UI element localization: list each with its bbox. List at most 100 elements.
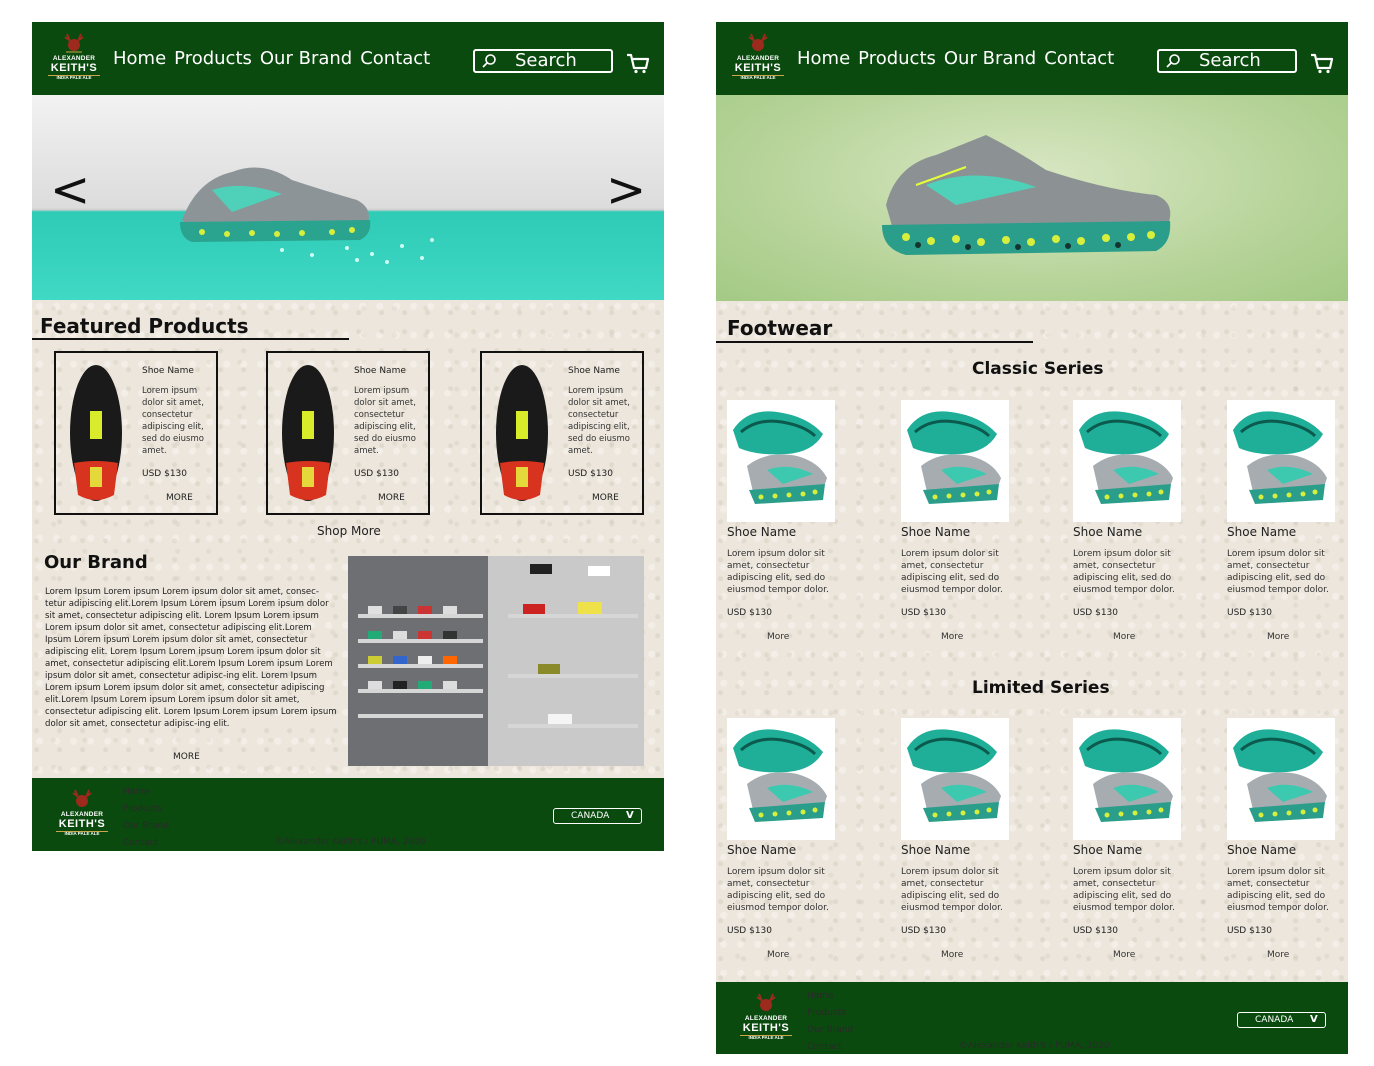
stag-icon [72,789,92,807]
product-desc: Lorem ipsum dolor sit amet, consectetur … [901,867,1003,913]
search-label: Search [515,50,577,71]
product-price: USD $130 [901,926,946,936]
product-card[interactable]: Shoe Name Lorem ipsum dolor sit amet, con… [901,400,1021,650]
brand-more-link[interactable]: MORE [173,752,200,762]
more-link[interactable]: More [767,632,789,642]
footer-links: Home Products Our Brand Contact [807,988,853,1054]
nav-contact[interactable]: Contact [1044,48,1114,70]
footwear-hero-banner [716,95,1348,301]
more-link[interactable]: More [941,950,963,960]
footwear-page: ALEXANDER KEITH'S INDIA PALE ALE Home Pr… [716,22,1348,1054]
nav-our-brand[interactable]: Our Brand [260,48,352,70]
product-image[interactable] [1073,400,1181,522]
shoe-sole-image [70,365,122,501]
search-icon [1166,54,1180,68]
cart-icon[interactable] [626,52,650,74]
product-name: Shoe Name [1227,525,1297,539]
product-price: USD $130 [1227,608,1272,618]
country-value: CANADA [571,811,610,821]
footer-link-contact[interactable]: Contact [807,1039,853,1054]
product-price: USD $130 [727,608,772,618]
product-desc: Lorem ipsum dolor sit amet, consectetur … [727,549,829,595]
product-desc: Lorem ipsum dolor sit amet, consectetur … [1073,549,1175,595]
footer-link-our-brand[interactable]: Our Brand [807,1022,853,1039]
product-card[interactable]: Shoe Name Lorem ipsum dolor sit amet, con… [727,718,847,968]
logo-line-3: INDIA PALE ALE [740,1034,792,1041]
stag-icon [748,33,768,51]
carousel-next-button[interactable]: > [606,165,646,215]
featured-title: Featured Products [40,314,249,338]
more-link[interactable]: More [1267,950,1289,960]
logo-line-2: KEITH'S [742,1021,790,1034]
more-link[interactable]: MORE [592,493,619,503]
more-link[interactable]: More [1113,950,1135,960]
home-page: ALEXANDER KEITH'S INDIA PALE ALE Home Pr… [32,22,664,851]
cart-icon[interactable] [1310,52,1334,74]
nav-products[interactable]: Products [174,48,252,70]
shop-more-link[interactable]: Shop More [317,524,381,538]
product-name: Shoe Name [727,525,797,539]
product-image[interactable] [1227,718,1335,840]
product-card[interactable]: Shoe Name Lorem ipsum dolor sit amet, con… [1073,400,1193,650]
product-card[interactable]: Shoe Name Lorem ipsum dolor sit amet, con… [1227,718,1347,968]
logo-line-2: KEITH'S [734,61,782,74]
product-name: Shoe Name [727,843,797,857]
nav-contact[interactable]: Contact [360,48,430,70]
more-link[interactable]: More [767,950,789,960]
product-price: USD $130 [354,469,399,479]
footer-logo[interactable]: ALEXANDER KEITH'S INDIA PALE ALE [56,788,108,838]
more-link[interactable]: MORE [166,493,193,503]
search-box[interactable]: Search [1157,49,1297,73]
nav-home[interactable]: Home [797,48,850,70]
store-shelves-image [348,556,644,766]
logo-line-2: KEITH'S [50,61,98,74]
our-brand-text: Lorem Ipsum Lorem ipsum Lorem ipsum dolo… [45,587,337,729]
product-price: USD $130 [142,469,187,479]
nav-home[interactable]: Home [113,48,166,70]
product-image[interactable] [1073,718,1181,840]
main-nav: Home Products Our Brand Contact [797,48,1114,70]
featured-card[interactable]: Shoe Name Lorem ipsum dolor sit amet, co… [480,351,644,515]
more-link[interactable]: More [941,632,963,642]
featured-card[interactable]: Shoe Name Lorem ipsum dolor sit amet, co… [266,351,430,515]
product-card[interactable]: Shoe Name Lorem ipsum dolor sit amet, con… [727,400,847,650]
product-card[interactable]: Shoe Name Lorem ipsum dolor sit amet, con… [1227,400,1347,650]
main-nav: Home Products Our Brand Contact [113,48,430,70]
product-image[interactable] [901,400,1009,522]
product-desc: Lorem ipsum dolor sit amet, consectetur … [727,867,829,913]
product-name: Shoe Name [142,366,194,376]
logo-line-3: INDIA PALE ALE [56,830,108,837]
footer-link-products[interactable]: Products [807,1005,853,1022]
product-image[interactable] [727,400,835,522]
footer-links: Home Products Our Brand Contact [123,784,169,851]
footer-link-products[interactable]: Products [123,801,169,818]
more-link[interactable]: More [1113,632,1135,642]
nav-products[interactable]: Products [858,48,936,70]
carousel-prev-button[interactable]: < [50,165,90,215]
featured-card[interactable]: Shoe Name Lorem ipsum dolor sit amet, co… [54,351,218,515]
brand-logo[interactable]: ALEXANDER KEITH'S INDIA PALE ALE [48,32,100,82]
chevron-down-icon: V [626,810,634,821]
more-link[interactable]: MORE [378,493,405,503]
product-image[interactable] [901,718,1009,840]
footer-link-home[interactable]: Home [807,988,853,1005]
product-desc: Lorem ipsum dolor sit amet, consectetur … [1073,867,1175,913]
product-card[interactable]: Shoe Name Lorem ipsum dolor sit amet, con… [901,718,1021,968]
shoe-sole-image [282,365,334,501]
footer-link-home[interactable]: Home [123,784,169,801]
more-link[interactable]: More [1267,632,1289,642]
footer-link-our-brand[interactable]: Our Brand [123,818,169,835]
nav-our-brand[interactable]: Our Brand [944,48,1036,70]
product-image[interactable] [1227,400,1335,522]
product-price: USD $130 [901,608,946,618]
product-card[interactable]: Shoe Name Lorem ipsum dolor sit amet, con… [1073,718,1193,968]
country-select[interactable]: CANADA V [553,808,642,824]
product-price: USD $130 [1073,608,1118,618]
search-box[interactable]: Search [473,49,613,73]
footer-link-contact[interactable]: Contact [123,835,169,851]
featured-title-rule [32,338,349,340]
country-select[interactable]: CANADA V [1237,1012,1326,1028]
product-image[interactable] [727,718,835,840]
brand-logo[interactable]: ALEXANDER KEITH'S INDIA PALE ALE [732,32,784,82]
footer-logo[interactable]: ALEXANDER KEITH'S INDIA PALE ALE [740,992,792,1042]
